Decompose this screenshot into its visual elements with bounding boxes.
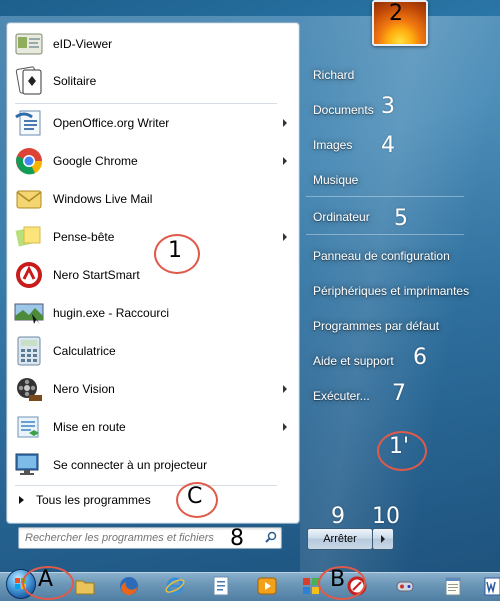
right-link-panneau-configuration[interactable]: Panneau de configuration [313,249,450,263]
chrome-icon [13,145,45,177]
submenu-arrow-icon[interactable] [283,119,287,127]
expand-arrow-icon [19,496,24,504]
right-link-user[interactable]: Richard [313,68,354,82]
annotation-label-10: 10 [372,504,400,529]
annotation-label-3: 3 [381,94,395,119]
program-item-eid-viewer[interactable]: eID-Viewer [9,26,295,62]
annotation-label-4: 4 [381,133,395,158]
annotation-label-1-prime: 1' [389,434,410,459]
submenu-arrow-icon[interactable] [283,233,287,241]
program-label: Mise en route [53,420,126,434]
annotation-label-b: B [330,567,346,592]
right-link-programmes-par-defaut[interactable]: Programmes par défaut [313,319,439,333]
all-programs-label: Tous les programmes [36,493,151,507]
word-document-icon[interactable] [210,575,232,597]
shutdown-button[interactable]: Arrêter [307,528,373,550]
hugin-panorama-icon [13,297,45,329]
program-item-solitaire[interactable]: Solitaire [9,63,295,99]
annotation-label-2: 2 [389,1,403,26]
program-label: hugin.exe - Raccourci [53,306,170,320]
search-icon[interactable] [265,531,277,543]
calculator-icon [13,335,45,367]
openoffice-writer-icon [13,107,45,139]
submenu-arrow-icon[interactable] [283,157,287,165]
annotation-label-6: 6 [413,345,427,370]
all-programs-link[interactable]: Tous les programmes [7,487,299,513]
program-label: Calculatrice [53,344,116,358]
annotation-label-5: 5 [394,206,408,231]
right-link-documents[interactable]: Documents [313,103,374,117]
program-label: Windows Live Mail [53,192,153,206]
sticky-notes-icon [13,221,45,253]
eid-card-icon [13,28,45,60]
projector-monitor-icon [13,449,45,481]
program-item-projecteur[interactable]: Se connecter à un projecteur [9,447,295,483]
internet-explorer-icon[interactable] [164,575,186,597]
annotation-label-8: 8 [230,526,244,551]
submenu-arrow-icon[interactable] [283,423,287,431]
media-player-icon[interactable] [256,575,278,597]
pinned-separator [15,103,277,104]
program-label: Se connecter à un projecteur [53,458,208,472]
right-link-aide-support[interactable]: Aide et support [313,354,394,368]
program-item-hugin[interactable]: hugin.exe - Raccourci [9,295,295,331]
firefox-icon[interactable] [118,575,140,597]
right-link-peripheriques[interactable]: Périphériques et imprimantes [313,284,469,298]
program-label: Solitaire [53,74,97,88]
explorer-folder-icon[interactable] [74,575,96,597]
right-link-executer[interactable]: Exécuter... [313,389,370,403]
program-item-calculatrice[interactable]: Calculatrice [9,333,295,369]
search-input[interactable] [25,530,255,546]
nero-icon [13,259,45,291]
program-item-pense-bete[interactable]: Pense-bête [9,219,295,255]
program-label: Pense-bête [53,230,115,244]
program-item-windows-live-mail[interactable]: Windows Live Mail [9,181,295,217]
annotation-label-c: C [187,484,203,509]
annotation-label-9: 9 [331,504,345,529]
submenu-arrow-icon[interactable] [283,385,287,393]
word-application-icon[interactable] [484,575,500,597]
solitaire-cards-icon [13,65,45,97]
right-link-musique[interactable]: Musique [313,173,358,187]
program-item-openoffice-writer[interactable]: OpenOffice.org Writer [9,105,295,141]
right-separator [306,196,464,197]
program-label: Nero StartSmart [53,268,140,282]
right-separator [306,234,464,235]
notepad-icon[interactable] [442,575,464,597]
program-label: eID-Viewer [53,37,113,51]
right-link-images[interactable]: Images [313,138,352,152]
program-item-nero-vision[interactable]: Nero Vision [9,371,295,407]
programs-pane: eID-Viewer Solitaire OpenOffice.org Writ… [6,22,300,524]
program-item-nero-startsmart[interactable]: Nero StartSmart [9,257,295,293]
film-reel-icon [13,373,45,405]
right-link-ordinateur[interactable]: Ordinateur [313,210,370,224]
mail-envelope-icon [13,183,45,215]
annotation-label-a: A [38,567,54,592]
program-label: Nero Vision [53,382,115,396]
program-item-mise-en-route[interactable]: Mise en route [9,409,295,445]
games-controller-icon[interactable] [394,575,416,597]
all-programs-separator [15,485,277,486]
program-item-google-chrome[interactable]: Google Chrome [9,143,295,179]
program-label: OpenOffice.org Writer [53,116,170,130]
annotation-label-1: 1 [168,238,182,263]
annotation-label-7: 7 [392,381,406,406]
shutdown-options-arrow-button[interactable] [372,528,394,550]
program-label: Google Chrome [53,154,138,168]
getting-started-icon [13,411,45,443]
